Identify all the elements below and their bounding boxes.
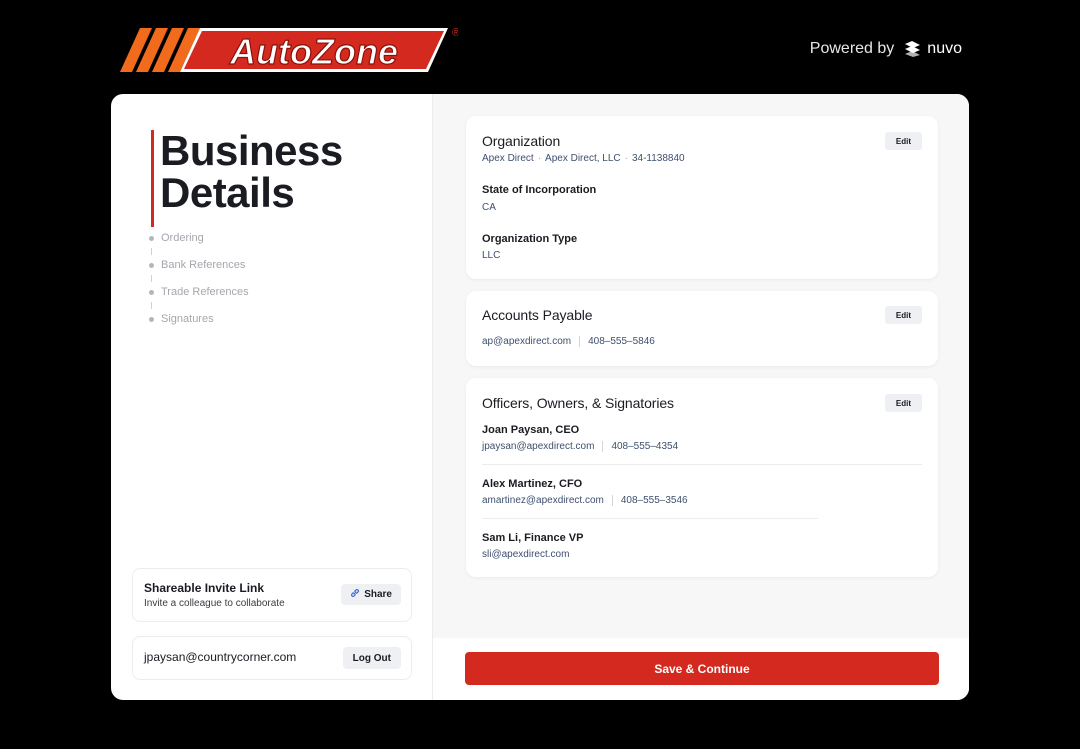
- organization-heading: Organization: [482, 133, 561, 149]
- step-label: Bank References: [161, 259, 246, 271]
- officer-phone: 408–555–4354: [611, 441, 679, 452]
- save-continue-button[interactable]: Save & Continue: [465, 652, 939, 685]
- accounts-payable-edit-button[interactable]: Edit: [884, 306, 922, 324]
- vertical-separator: [579, 336, 581, 347]
- officers-edit-button[interactable]: Edit: [884, 394, 922, 412]
- logout-button[interactable]: Log Out: [342, 647, 401, 669]
- officer-name: Joan Paysan, CEO: [482, 424, 580, 436]
- state-value: CA: [482, 202, 496, 213]
- powered-by-label: Powered by: [809, 40, 895, 57]
- nuvo-label: nuvo: [927, 40, 962, 57]
- organization-name: Apex Direct: [482, 153, 534, 164]
- officer-contact: amartinez@apexdirect.com 408–555–3546: [482, 495, 688, 506]
- step-dot-icon: [149, 289, 154, 295]
- invite-title: Shareable Invite Link: [144, 581, 265, 595]
- org-type-label: Organization Type: [482, 233, 578, 245]
- share-button-label: Share: [364, 589, 392, 600]
- officer-divider: [482, 464, 922, 465]
- svg-text:AutoZone: AutoZone: [229, 31, 398, 72]
- officer-name: Alex Martinez, CFO: [482, 478, 583, 490]
- title-accent-bar: [151, 130, 154, 227]
- step-list: Ordering Bank References Trade Reference…: [149, 228, 249, 329]
- autozone-logo-icon: AutoZone ®: [120, 27, 460, 73]
- officer-email: amartinez@apexdirect.com: [482, 495, 604, 506]
- link-icon: [350, 588, 360, 601]
- account-box: jpaysan@countrycorner.com Log Out: [132, 636, 412, 680]
- step-bank-references[interactable]: Bank References: [149, 255, 249, 275]
- officer-email: jpaysan@apexdirect.com: [482, 441, 595, 452]
- accounts-payable-contact: ap@apexdirect.com 408–555–5846: [482, 336, 655, 347]
- organization-card: Organization Edit Apex Direct · Apex Dir…: [466, 116, 938, 279]
- organization-edit-button[interactable]: Edit: [884, 132, 922, 150]
- invite-link-box: Shareable Invite Link Invite a colleague…: [132, 568, 412, 622]
- accounts-payable-email: ap@apexdirect.com: [482, 336, 572, 347]
- officers-heading: Officers, Owners, & Signatories: [482, 395, 674, 411]
- step-label: Ordering: [161, 232, 204, 244]
- step-dot-icon: [149, 262, 154, 268]
- svg-text:®: ®: [452, 27, 458, 39]
- officer-name: Sam Li, Finance VP: [482, 532, 584, 544]
- organization-legal-name: Apex Direct, LLC: [545, 153, 621, 164]
- share-button[interactable]: Share: [341, 584, 401, 605]
- step-trade-references[interactable]: Trade References: [149, 282, 249, 302]
- footer-bar: Save & Continue: [433, 638, 969, 700]
- organization-summary: Apex Direct · Apex Direct, LLC · 34-1138…: [482, 153, 685, 164]
- nuvo-logo: nuvo: [904, 40, 962, 58]
- state-label: State of Incorporation: [482, 184, 597, 196]
- page-title: Business Details: [160, 130, 343, 214]
- step-label: Signatures: [161, 313, 214, 325]
- step-connector: [151, 275, 152, 282]
- vertical-separator: [602, 441, 604, 452]
- user-email: jpaysan@countrycorner.com: [144, 650, 297, 664]
- org-type-value: LLC: [482, 250, 501, 261]
- nuvo-icon: [905, 41, 921, 57]
- separator-dot: ·: [624, 153, 628, 164]
- page-title-line1: Business: [160, 127, 343, 174]
- separator-dot: ·: [537, 153, 542, 164]
- officer-email: sli@apexdirect.com: [482, 549, 570, 560]
- step-ordering[interactable]: Ordering: [149, 228, 249, 248]
- invite-subtitle: Invite a colleague to collaborate: [144, 598, 285, 609]
- step-connector: [151, 302, 152, 309]
- details-panel: Organization Edit Apex Direct · Apex Dir…: [433, 94, 969, 700]
- step-connector: [151, 248, 152, 255]
- powered-by: Powered by nuvo: [810, 40, 962, 58]
- step-signatures[interactable]: Signatures: [149, 309, 249, 329]
- vertical-separator: [611, 495, 613, 506]
- autozone-logo: AutoZone ®: [118, 24, 460, 76]
- officer-contact: jpaysan@apexdirect.com 408–555–4354: [482, 441, 678, 452]
- accounts-payable-heading: Accounts Payable: [482, 307, 593, 323]
- step-dot-icon: [149, 235, 154, 241]
- officer-contact: sli@apexdirect.com: [482, 549, 569, 560]
- business-details-card: Business Details Ordering Bank Reference…: [111, 94, 969, 700]
- step-dot-icon: [149, 316, 154, 322]
- left-sidebar: Business Details Ordering Bank Reference…: [111, 94, 433, 700]
- organization-ein: 34-1138840: [631, 153, 685, 164]
- page-title-line2: Details: [160, 169, 295, 216]
- officer-divider: [482, 518, 818, 519]
- step-label: Trade References: [161, 286, 249, 298]
- accounts-payable-phone: 408–555–5846: [588, 336, 655, 347]
- officer-phone: 408–555–3546: [620, 495, 688, 506]
- accounts-payable-card: Accounts Payable Edit ap@apexdirect.com …: [466, 291, 938, 366]
- officers-card: Officers, Owners, & Signatories Edit Joa…: [466, 378, 938, 577]
